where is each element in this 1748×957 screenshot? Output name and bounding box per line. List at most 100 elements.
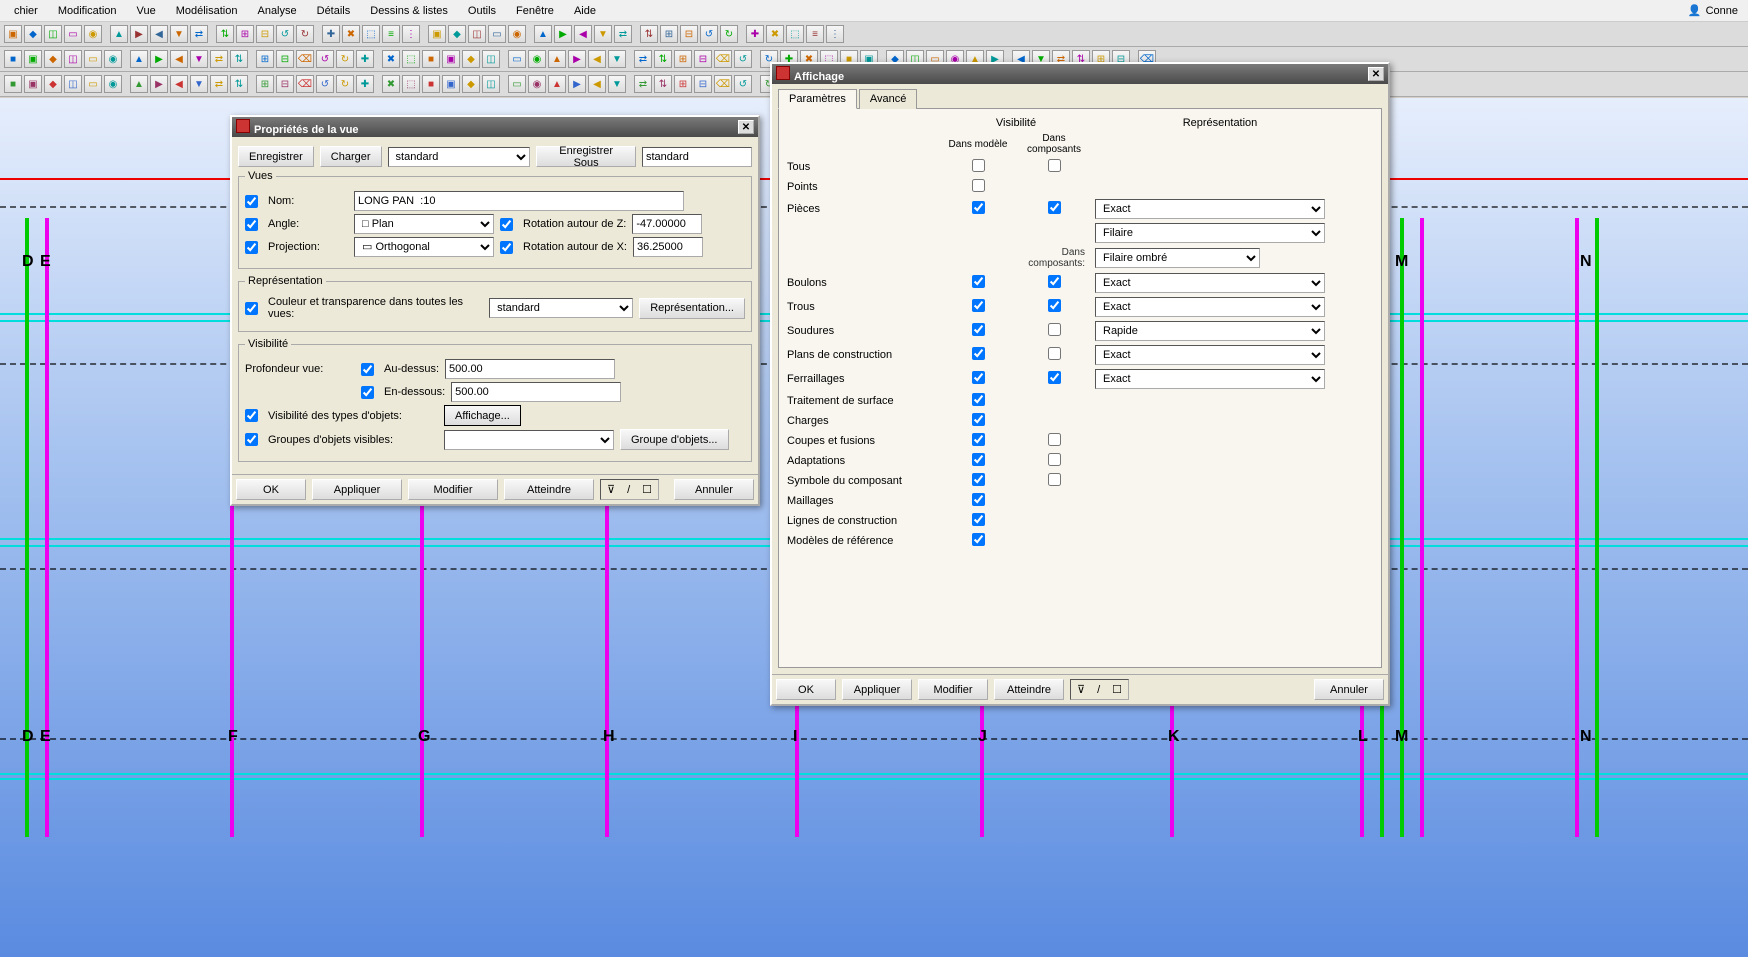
toolbar-button[interactable]: ■ bbox=[422, 75, 440, 93]
toolbar-button[interactable]: ■ bbox=[422, 50, 440, 68]
toolbar-button[interactable]: ▲ bbox=[130, 50, 148, 68]
angle-select[interactable]: □ Plan bbox=[354, 214, 494, 234]
toolbar-button[interactable]: ◀ bbox=[588, 75, 606, 93]
toolbar-button[interactable]: ⇅ bbox=[654, 75, 672, 93]
toolbar-button[interactable]: ↺ bbox=[316, 75, 334, 93]
titlebar[interactable]: Affichage ✕ bbox=[772, 64, 1388, 84]
toolbar-button[interactable]: ⬚ bbox=[786, 25, 804, 43]
toolbar-button[interactable]: ▼ bbox=[170, 25, 188, 43]
toolbar-button[interactable]: ✖ bbox=[766, 25, 784, 43]
load-button[interactable]: Charger bbox=[320, 146, 382, 167]
toolbar-button[interactable]: ◉ bbox=[104, 50, 122, 68]
toolbar-button[interactable]: ▼ bbox=[190, 75, 208, 93]
toolbar-button[interactable]: ◀ bbox=[150, 25, 168, 43]
toolbar-button[interactable]: ◆ bbox=[448, 25, 466, 43]
toolbar-button[interactable]: ⇅ bbox=[230, 50, 248, 68]
toolbar-button[interactable]: ▼ bbox=[608, 50, 626, 68]
toolbar-button[interactable]: ▣ bbox=[428, 25, 446, 43]
toolbar-button[interactable]: ▶ bbox=[150, 75, 168, 93]
toolbar-button[interactable]: ↺ bbox=[734, 50, 752, 68]
toolbar-button[interactable]: ⇅ bbox=[230, 75, 248, 93]
cancel-button[interactable]: Annuler bbox=[674, 479, 754, 500]
toolbar-button[interactable]: ⊟ bbox=[694, 50, 712, 68]
modify-button[interactable]: Modifier bbox=[918, 679, 988, 700]
toolbar-button[interactable]: ↺ bbox=[700, 25, 718, 43]
toolbar-button[interactable]: ⌫ bbox=[296, 50, 314, 68]
toolbar-button[interactable]: ⇄ bbox=[614, 25, 632, 43]
checkbox-in-components[interactable] bbox=[1048, 275, 1061, 288]
toolbar-button[interactable]: ▶ bbox=[130, 25, 148, 43]
toolbar-button[interactable]: ▼ bbox=[594, 25, 612, 43]
toolbar-button[interactable]: ≡ bbox=[382, 25, 400, 43]
representation-select[interactable]: Exact bbox=[1095, 345, 1325, 365]
checkbox-in-components[interactable] bbox=[1048, 453, 1061, 466]
toolbar-button[interactable]: ⊞ bbox=[236, 25, 254, 43]
modify-button[interactable]: Modifier bbox=[408, 479, 498, 500]
checkbox-in-components[interactable] bbox=[1048, 473, 1061, 486]
nom-input[interactable] bbox=[354, 191, 684, 211]
checkbox-in-model[interactable] bbox=[972, 493, 985, 506]
toolbar-button[interactable]: ⋮ bbox=[402, 25, 420, 43]
toolbar-button[interactable]: ◉ bbox=[84, 25, 102, 43]
representation-select[interactable]: Rapide bbox=[1095, 321, 1325, 341]
toolbar-button[interactable]: ⊞ bbox=[256, 75, 274, 93]
toolbar-button[interactable]: ▭ bbox=[508, 75, 526, 93]
checkbox-in-components[interactable] bbox=[1048, 323, 1061, 336]
ok-button[interactable]: OK bbox=[236, 479, 306, 500]
titlebar[interactable]: Propriétés de la vue ✕ bbox=[232, 117, 758, 137]
toolbar-button[interactable]: ◫ bbox=[482, 75, 500, 93]
audessus-checkbox[interactable] bbox=[361, 363, 374, 376]
checkbox-in-model[interactable] bbox=[972, 453, 985, 466]
toolbar-button[interactable]: ✚ bbox=[322, 25, 340, 43]
close-button[interactable]: ✕ bbox=[738, 120, 754, 134]
toolbar-button[interactable]: ◫ bbox=[64, 50, 82, 68]
menu-fenetre[interactable]: Fenêtre bbox=[506, 3, 564, 19]
checkbox-in-model[interactable] bbox=[972, 323, 985, 336]
toolbar-button[interactable]: ▼ bbox=[190, 50, 208, 68]
toolbar-button[interactable]: ◆ bbox=[462, 75, 480, 93]
toolbar-button[interactable]: ↺ bbox=[276, 25, 294, 43]
toolbar-button[interactable]: ⊟ bbox=[276, 75, 294, 93]
checkbox-in-model[interactable] bbox=[972, 371, 985, 384]
toolbar-button[interactable]: ▲ bbox=[548, 75, 566, 93]
menu-details[interactable]: Détails bbox=[307, 3, 361, 19]
toolbar-button[interactable]: ⊞ bbox=[674, 50, 692, 68]
toolbar-button[interactable]: ▭ bbox=[84, 50, 102, 68]
toolbar-button[interactable]: ▶ bbox=[568, 75, 586, 93]
toolbar-button[interactable]: ⬚ bbox=[362, 25, 380, 43]
menu-dessins[interactable]: Dessins & listes bbox=[360, 3, 458, 19]
toolbar-button[interactable]: ⇄ bbox=[634, 75, 652, 93]
rotx-input[interactable] bbox=[633, 237, 703, 257]
toolbar-button[interactable]: ≡ bbox=[806, 25, 824, 43]
toolbar-button[interactable]: ◀ bbox=[170, 75, 188, 93]
get-button[interactable]: Atteindre bbox=[994, 679, 1064, 700]
close-button[interactable]: ✕ bbox=[1368, 67, 1384, 81]
checkbox-in-model[interactable] bbox=[972, 159, 985, 172]
toolbar-button[interactable]: ▲ bbox=[548, 50, 566, 68]
toolbar-button[interactable]: ▭ bbox=[84, 75, 102, 93]
toolbar-button[interactable]: ⇅ bbox=[216, 25, 234, 43]
toolbar-button[interactable]: ⊟ bbox=[694, 75, 712, 93]
repr-button[interactable]: Représentation... bbox=[639, 298, 745, 319]
toolbar-button[interactable]: ▼ bbox=[608, 75, 626, 93]
groupes-button[interactable]: Groupe d'objets... bbox=[620, 429, 729, 450]
toolbar-button[interactable]: ↻ bbox=[336, 75, 354, 93]
proj-select[interactable]: ▭ Orthogonal bbox=[354, 237, 494, 257]
vistypes-checkbox[interactable] bbox=[245, 409, 258, 422]
preset-name-input[interactable] bbox=[642, 147, 752, 167]
checkbox-in-model[interactable] bbox=[972, 513, 985, 526]
checkbox-in-model[interactable] bbox=[972, 179, 985, 192]
user-login[interactable]: 👤 Conne bbox=[1688, 4, 1744, 17]
saveas-button[interactable]: Enregistrer Sous bbox=[536, 146, 636, 167]
toggle-all[interactable]: ⊽/☐ bbox=[600, 479, 659, 500]
checkbox-in-components[interactable] bbox=[1048, 201, 1061, 214]
menu-fichier[interactable]: chier bbox=[4, 3, 48, 19]
toolbar-button[interactable]: ↺ bbox=[316, 50, 334, 68]
toolbar-button[interactable]: ⌫ bbox=[714, 75, 732, 93]
checkbox-in-model[interactable] bbox=[972, 201, 985, 214]
toolbar-button[interactable]: ▣ bbox=[24, 50, 42, 68]
representation-select[interactable]: Exact bbox=[1095, 297, 1325, 317]
toolbar-button[interactable]: ▲ bbox=[110, 25, 128, 43]
toolbar-button[interactable]: ▶ bbox=[554, 25, 572, 43]
affichage-button[interactable]: Affichage... bbox=[444, 405, 521, 426]
